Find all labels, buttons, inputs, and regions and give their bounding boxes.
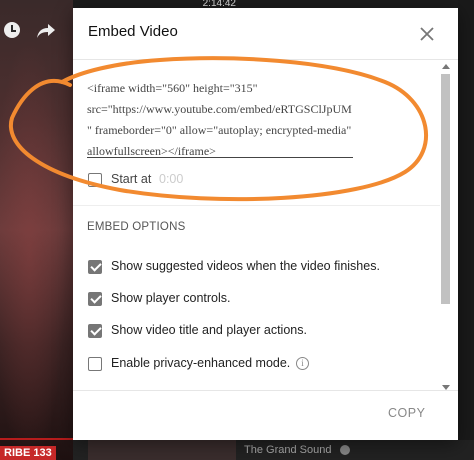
background-top-strip [73,0,474,8]
background-right-strip [458,0,474,460]
embed-video-dialog: Embed Video <iframe width="560" height="… [73,8,458,440]
privacy-mode-checkbox[interactable] [88,357,102,371]
start-at-checkbox[interactable] [88,173,102,187]
section-divider [73,205,440,206]
verified-check-icon [340,445,350,455]
background-video-thumbnail [0,0,73,460]
start-at-time-input[interactable]: 0:00 [159,172,183,186]
embed-options-heading: EMBED OPTIONS [87,221,186,233]
background-video-label: RIBE 133 [0,446,56,460]
background-progress-bar [0,438,73,440]
scrollbar-thumb[interactable] [441,74,450,304]
copy-button[interactable]: COPY [388,406,425,420]
option-label: Show player controls. [111,291,231,305]
info-icon[interactable]: i [296,357,309,370]
background-channel-name: The Grand Sound [244,444,332,456]
background-bottom-thumbnail [88,440,236,460]
start-at-label: Start at [111,172,152,186]
player-controls-checkbox[interactable] [88,292,102,306]
option-label: Enable privacy-enhanced mode. [111,356,291,370]
watch-later-clock-icon[interactable] [4,22,20,38]
close-icon[interactable] [416,23,438,45]
embed-code-textarea[interactable]: <iframe width="560" height="315" src="ht… [87,78,353,162]
scrollbar[interactable] [441,64,450,390]
footer-divider [73,390,458,391]
embed-code-underline [87,157,353,158]
scroll-up-arrow[interactable] [442,64,450,69]
dialog-title: Embed Video [88,23,178,40]
embed-options-scroll-area[interactable]: <iframe width="560" height="315" src="ht… [73,60,458,390]
option-label: Show suggested videos when the video fin… [111,259,380,273]
suggested-videos-checkbox[interactable] [88,260,102,274]
title-actions-checkbox[interactable] [88,324,102,338]
share-icon[interactable] [36,22,56,40]
option-label: Show video title and player actions. [111,323,307,337]
